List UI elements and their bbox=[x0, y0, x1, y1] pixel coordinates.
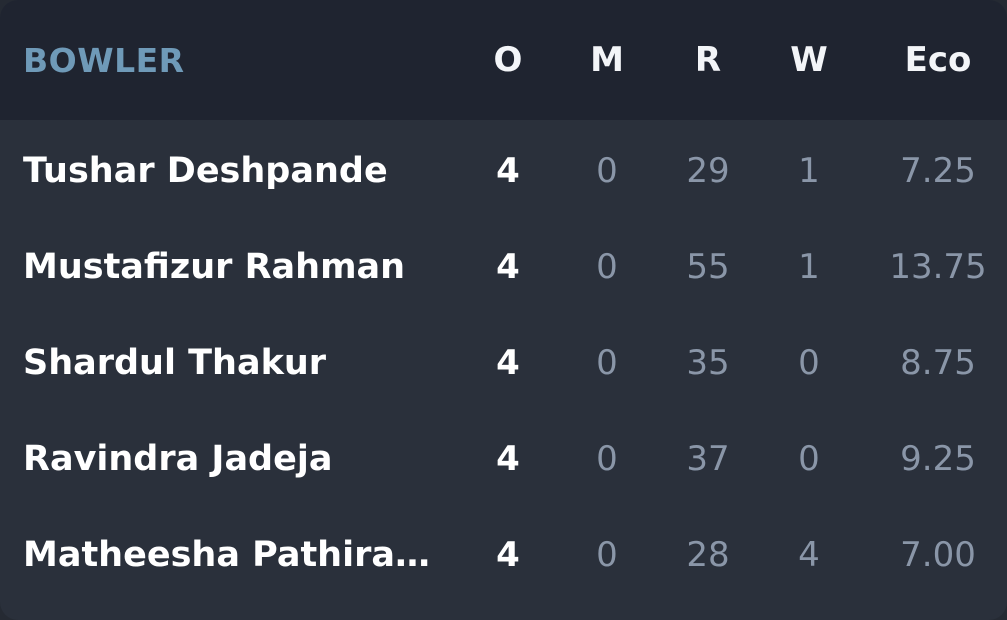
overs-value: 4 bbox=[496, 247, 520, 287]
overs-cell: 4 bbox=[463, 411, 553, 507]
header-maidens-label: M bbox=[590, 40, 624, 80]
bowler-name[interactable]: Mustafizur Rahman bbox=[23, 219, 405, 315]
overs-value: 4 bbox=[496, 439, 520, 479]
bowler-name-cell: Matheesha Pathirana... bbox=[23, 507, 453, 603]
overs-value: 4 bbox=[496, 535, 520, 575]
table-header: BOWLER O M R W Eco bbox=[0, 0, 1007, 120]
maidens-cell: 0 bbox=[562, 411, 652, 507]
runs-value: 37 bbox=[686, 439, 730, 479]
runs-value: 55 bbox=[686, 247, 730, 287]
header-overs: O bbox=[463, 0, 553, 120]
runs-cell: 35 bbox=[663, 315, 753, 411]
header-economy-label: Eco bbox=[904, 40, 972, 80]
maidens-value: 0 bbox=[596, 151, 618, 191]
table-row[interactable]: Tushar Deshpande 4 0 29 1 7.25 bbox=[0, 123, 1007, 219]
bowler-name[interactable]: Ravindra Jadeja bbox=[23, 411, 332, 507]
economy-cell: 8.75 bbox=[880, 315, 996, 411]
runs-value: 29 bbox=[686, 151, 730, 191]
table-row[interactable]: Mustafizur Rahman 4 0 55 1 13.75 bbox=[0, 219, 1007, 315]
overs-value: 4 bbox=[496, 151, 520, 191]
bowler-name-cell: Tushar Deshpande bbox=[23, 123, 453, 219]
runs-value: 35 bbox=[686, 343, 730, 383]
header-runs: R bbox=[663, 0, 753, 120]
bowler-name-cell: Shardul Thakur bbox=[23, 315, 453, 411]
header-bowler: BOWLER bbox=[23, 0, 453, 120]
header-runs-label: R bbox=[694, 40, 722, 80]
maidens-value: 0 bbox=[596, 439, 618, 479]
maidens-value: 0 bbox=[596, 343, 618, 383]
table-row[interactable]: Ravindra Jadeja 4 0 37 0 9.25 bbox=[0, 411, 1007, 507]
wickets-cell: 1 bbox=[764, 123, 854, 219]
runs-cell: 55 bbox=[663, 219, 753, 315]
wickets-value: 1 bbox=[798, 151, 820, 191]
bowler-name-cell: Mustafizur Rahman bbox=[23, 219, 453, 315]
wickets-cell: 0 bbox=[764, 411, 854, 507]
maidens-cell: 0 bbox=[562, 507, 652, 603]
maidens-value: 0 bbox=[596, 247, 618, 287]
maidens-value: 0 bbox=[596, 535, 618, 575]
header-bowler-label: BOWLER bbox=[23, 40, 185, 80]
wickets-cell: 0 bbox=[764, 315, 854, 411]
table-row[interactable]: Shardul Thakur 4 0 35 0 8.75 bbox=[0, 315, 1007, 411]
header-overs-label: O bbox=[493, 40, 523, 80]
overs-value: 4 bbox=[496, 343, 520, 383]
header-wickets-label: W bbox=[790, 40, 828, 80]
wickets-cell: 1 bbox=[764, 219, 854, 315]
bowling-scorecard: BOWLER O M R W Eco Tushar Deshpande 4 0 … bbox=[0, 0, 1007, 620]
economy-cell: 7.00 bbox=[880, 507, 996, 603]
economy-cell: 13.75 bbox=[880, 219, 996, 315]
economy-value: 7.25 bbox=[900, 151, 976, 191]
overs-cell: 4 bbox=[463, 123, 553, 219]
header-economy: Eco bbox=[880, 0, 996, 120]
wickets-value: 0 bbox=[798, 343, 820, 383]
overs-cell: 4 bbox=[463, 507, 553, 603]
wickets-cell: 4 bbox=[764, 507, 854, 603]
wickets-value: 1 bbox=[798, 247, 820, 287]
economy-value: 7.00 bbox=[900, 535, 976, 575]
economy-cell: 9.25 bbox=[880, 411, 996, 507]
bowler-name[interactable]: Tushar Deshpande bbox=[23, 123, 388, 219]
bowler-name[interactable]: Matheesha Pathirana... bbox=[23, 507, 453, 603]
maidens-cell: 0 bbox=[562, 123, 652, 219]
overs-cell: 4 bbox=[463, 219, 553, 315]
bowler-name-cell: Ravindra Jadeja bbox=[23, 411, 453, 507]
bowler-name[interactable]: Shardul Thakur bbox=[23, 315, 326, 411]
maidens-cell: 0 bbox=[562, 315, 652, 411]
economy-cell: 7.25 bbox=[880, 123, 996, 219]
overs-cell: 4 bbox=[463, 315, 553, 411]
wickets-value: 4 bbox=[798, 535, 820, 575]
runs-cell: 28 bbox=[663, 507, 753, 603]
table-row[interactable]: Matheesha Pathirana... 4 0 28 4 7.00 bbox=[0, 507, 1007, 603]
header-maidens: M bbox=[562, 0, 652, 120]
economy-value: 13.75 bbox=[889, 247, 987, 287]
header-wickets: W bbox=[764, 0, 854, 120]
runs-cell: 37 bbox=[663, 411, 753, 507]
economy-value: 9.25 bbox=[900, 439, 976, 479]
economy-value: 8.75 bbox=[900, 343, 976, 383]
maidens-cell: 0 bbox=[562, 219, 652, 315]
runs-value: 28 bbox=[686, 535, 730, 575]
runs-cell: 29 bbox=[663, 123, 753, 219]
wickets-value: 0 bbox=[798, 439, 820, 479]
